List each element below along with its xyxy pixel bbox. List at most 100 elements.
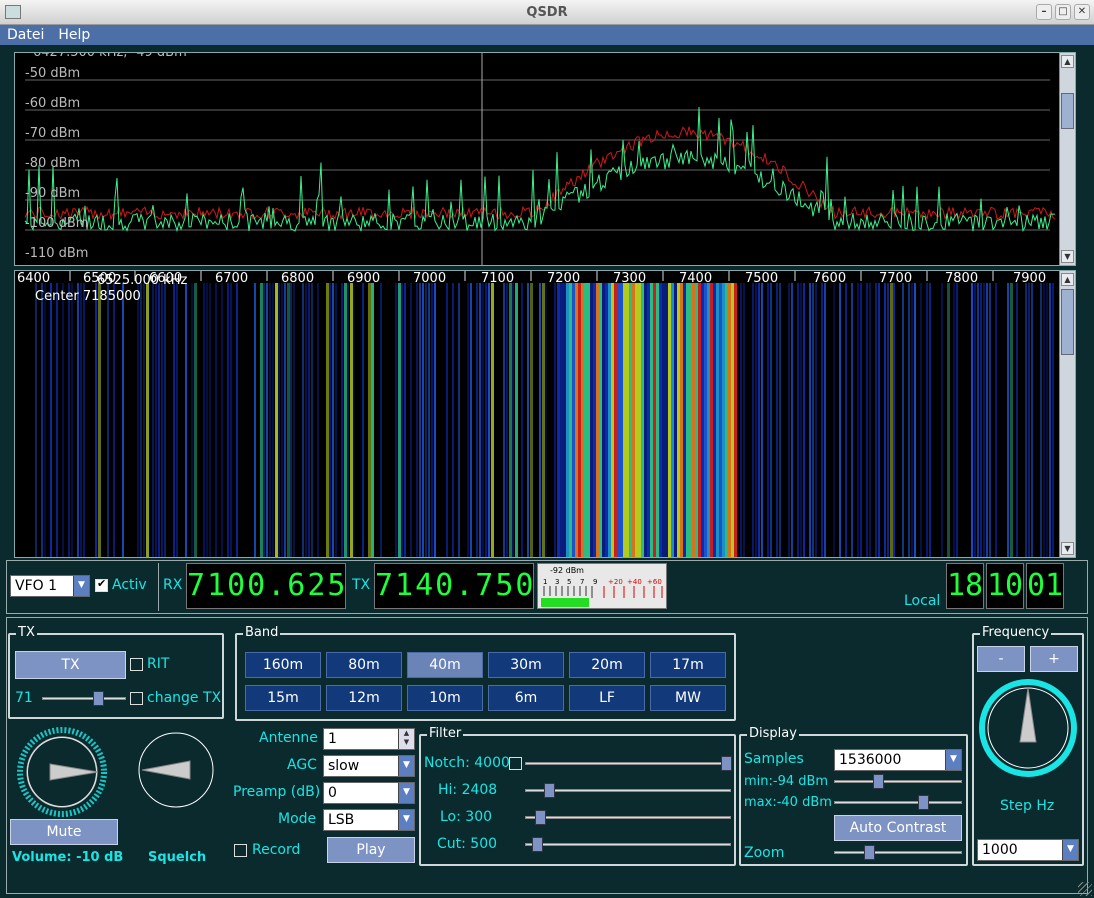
slider-handle[interactable] — [873, 774, 884, 789]
waterfall-scrollbar[interactable]: ▲ ▼ — [1059, 271, 1075, 557]
waterfall-stripe — [326, 283, 329, 557]
waterfall-stripe — [107, 283, 109, 557]
band-17m-button[interactable]: 17m — [650, 652, 726, 678]
vfo-select[interactable]: VFO 1 ▼ — [10, 575, 90, 597]
waterfall-stripe — [602, 283, 605, 557]
mode-select[interactable]: LSB ▼ — [323, 809, 415, 831]
waterfall-stripe — [272, 283, 274, 557]
step-select[interactable]: 1000 ▼ — [977, 839, 1079, 861]
band-40m-button[interactable]: 40m — [407, 652, 483, 678]
ylabel-110: -110 dBm — [25, 246, 89, 261]
freq-7400: 7400 — [679, 271, 713, 286]
tx-level-slider[interactable] — [42, 691, 126, 706]
tx-button[interactable]: TX — [15, 651, 126, 679]
spin-arrows-icon[interactable]: ▲ ▼ — [398, 729, 414, 749]
slider-handle[interactable] — [93, 691, 104, 706]
chevron-down-icon[interactable]: ▼ — [398, 756, 414, 776]
tuning-knob[interactable] — [976, 676, 1080, 780]
scroll-down-icon[interactable]: ▼ — [1061, 250, 1074, 263]
close-icon[interactable]: ✕ — [1074, 4, 1090, 20]
rx-frequency-display[interactable]: 7100.625 — [186, 563, 346, 609]
slider-handle[interactable] — [918, 795, 929, 810]
band-30m-button[interactable]: 30m — [488, 652, 564, 678]
band-mw-button[interactable]: MW — [650, 685, 726, 711]
waterfall-stripe — [989, 283, 991, 557]
waterfall-display[interactable]: 6400 6500 6600 6700 6800 6900 7000 7100 … — [14, 270, 1076, 558]
resize-grip-icon[interactable] — [1078, 882, 1092, 896]
waterfall-stripe — [725, 283, 728, 557]
spectrum-display[interactable]: 6427.500 kHz, -49 dBm -50 dBm -60 dBm -7… — [14, 52, 1076, 266]
waterfall-stripe — [479, 283, 481, 557]
band-20m-button[interactable]: 20m — [569, 652, 645, 678]
antenne-spinbox[interactable]: 1 ▲ ▼ — [323, 728, 415, 750]
scroll-up-icon[interactable]: ▲ — [1061, 273, 1074, 286]
scroll-up-icon[interactable]: ▲ — [1061, 55, 1074, 68]
volume-knob[interactable] — [14, 724, 114, 820]
chevron-down-icon[interactable]: ▼ — [945, 750, 961, 770]
scroll-thumb[interactable] — [1061, 289, 1074, 355]
preamp-select[interactable]: 0 ▼ — [323, 782, 415, 804]
band-15m-button[interactable]: 15m — [245, 685, 321, 711]
squelch-knob[interactable] — [136, 730, 220, 814]
waterfall-stripe — [1028, 283, 1030, 557]
lo-slider[interactable] — [525, 810, 731, 825]
band-6m-button[interactable]: 6m — [488, 685, 564, 711]
chevron-down-icon[interactable]: ▼ — [398, 783, 414, 803]
rit-checkbox[interactable] — [130, 658, 143, 671]
waterfall-stripe — [671, 283, 674, 557]
waterfall-stripe — [599, 283, 602, 557]
slider-handle[interactable] — [535, 810, 546, 825]
play-button[interactable]: Play — [327, 837, 415, 863]
slider-handle[interactable] — [532, 837, 543, 852]
menu-datei[interactable]: Datei — [0, 25, 51, 45]
samples-select[interactable]: 1536000 ▼ — [834, 749, 962, 771]
max-slider[interactable] — [834, 795, 962, 810]
min-slider[interactable] — [834, 774, 962, 789]
agc-select[interactable]: slow ▼ — [323, 755, 415, 777]
scroll-thumb[interactable] — [1061, 93, 1074, 129]
slider-handle[interactable] — [721, 756, 732, 771]
band-10m-button[interactable]: 10m — [407, 685, 483, 711]
waterfall-stripe — [887, 283, 889, 557]
scroll-down-icon[interactable]: ▼ — [1061, 542, 1074, 555]
hi-slider[interactable] — [525, 783, 731, 798]
waterfall-stripe — [143, 283, 145, 557]
tx-frequency-display[interactable]: 7140.750 — [374, 563, 534, 609]
freq-7700: 7700 — [879, 271, 913, 286]
waterfall-stripe — [839, 283, 841, 557]
chevron-down-icon[interactable]: ▼ — [73, 576, 89, 596]
slider-handle[interactable] — [544, 783, 555, 798]
change-tx-checkbox[interactable] — [130, 692, 143, 705]
spectrum-scrollbar[interactable]: ▲ ▼ — [1059, 53, 1075, 265]
menu-help[interactable]: Help — [51, 25, 97, 45]
minimize-icon[interactable]: – — [1036, 4, 1052, 20]
frequency-minus-button[interactable]: - — [977, 646, 1025, 672]
maximize-icon[interactable]: □ — [1055, 4, 1071, 20]
auto-contrast-button[interactable]: Auto Contrast — [834, 815, 962, 841]
frequency-plus-button[interactable]: + — [1030, 646, 1078, 672]
mute-button[interactable]: Mute — [10, 819, 118, 845]
chevron-down-icon[interactable]: ▼ — [1062, 840, 1078, 860]
chevron-down-icon[interactable]: ▼ — [398, 810, 414, 830]
waterfall-stripe — [761, 283, 763, 557]
notch-checkbox[interactable] — [509, 757, 522, 770]
waterfall-stripe — [371, 283, 374, 557]
record-checkbox[interactable] — [234, 844, 247, 857]
waterfall-stripe — [395, 283, 397, 557]
activ-checkbox[interactable]: ✔ — [95, 577, 108, 592]
waterfall-stripe — [977, 283, 979, 557]
waterfall-stripe — [152, 283, 154, 557]
clock-minutes: 10 — [986, 563, 1024, 609]
slider-handle[interactable] — [864, 845, 875, 860]
zoom-slider[interactable] — [834, 845, 962, 860]
waterfall-stripe — [380, 283, 382, 557]
waterfall-stripe — [611, 283, 614, 557]
waterfall-stripe — [815, 283, 817, 557]
ylabel-100: -100 dBm — [25, 216, 89, 231]
notch-slider[interactable] — [525, 756, 732, 771]
band-160m-button[interactable]: 160m — [245, 652, 321, 678]
band-lf-button[interactable]: LF — [569, 685, 645, 711]
band-12m-button[interactable]: 12m — [326, 685, 402, 711]
cut-slider[interactable] — [525, 837, 731, 852]
band-80m-button[interactable]: 80m — [326, 652, 402, 678]
